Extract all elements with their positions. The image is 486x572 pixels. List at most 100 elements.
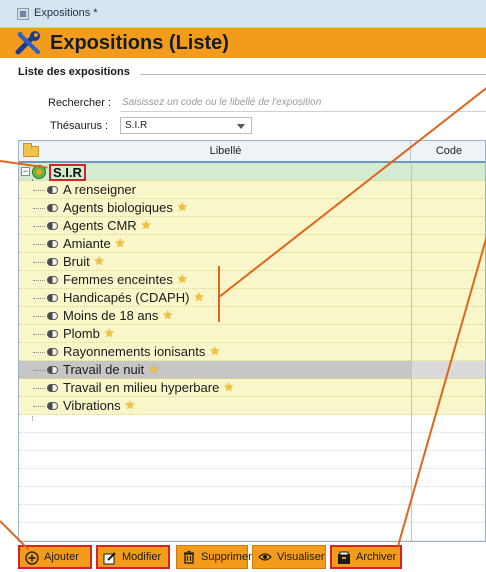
folder-icon[interactable] <box>23 143 39 157</box>
cell-code <box>411 397 485 415</box>
star-icon: ★ <box>176 272 188 286</box>
leaf-node-icon <box>47 258 58 266</box>
tree-item-row[interactable]: Vibrations ★ <box>19 397 485 415</box>
window-title: Expositions * <box>34 7 98 19</box>
tree-item-label: Femmes enceintes ★ <box>63 272 188 287</box>
tree-item-row[interactable]: Rayonnements ionisants ★ <box>19 343 485 361</box>
tree-item-label: Agents biologiques ★ <box>63 200 188 215</box>
tree-item-row[interactable]: Amiante ★ <box>19 235 485 253</box>
star-icon: ★ <box>223 380 235 394</box>
star-icon: ★ <box>93 254 105 268</box>
tree-root-label: S.I.R <box>49 164 86 181</box>
tree-item-row[interactable]: Handicapés (CDAPH) ★ <box>19 289 485 307</box>
tree-item-row[interactable]: Travail en milieu hyperbare ★ <box>19 379 485 397</box>
tree-item-label: Travail de nuit ★ <box>63 362 159 377</box>
tree-connector <box>33 208 45 209</box>
leaf-node-icon <box>47 204 58 212</box>
cell-code <box>411 199 485 217</box>
star-icon: ★ <box>103 326 115 340</box>
star-icon: ★ <box>124 398 136 412</box>
tree-connector <box>33 190 45 191</box>
delete-button-label: Supprimer <box>201 551 252 563</box>
page-header: Expositions (Liste) <box>0 28 486 58</box>
tree-connector <box>33 262 45 263</box>
action-toolbar: Ajouter Modifier Supprimer Visualiser Ar… <box>0 542 486 572</box>
thesaurus-label: Thésaurus : <box>50 120 109 132</box>
trash-icon <box>184 550 194 564</box>
leaf-node-icon <box>47 240 58 248</box>
leaf-node-icon <box>47 312 58 320</box>
star-icon: ★ <box>162 308 174 322</box>
view-button-label: Visualiser <box>277 551 325 563</box>
leaf-node-icon <box>47 366 58 374</box>
empty-row <box>19 505 485 523</box>
empty-row <box>19 451 485 469</box>
tree-item-row[interactable]: Femmes enceintes ★ <box>19 271 485 289</box>
tree-root-row[interactable]: − S.I.R <box>19 163 485 181</box>
edit-icon <box>103 552 116 565</box>
cell-code <box>411 325 485 343</box>
thesaurus-value: S.I.R <box>125 120 148 131</box>
star-icon: ★ <box>114 236 126 250</box>
star-icon: ★ <box>140 218 152 232</box>
tree-item-row[interactable]: Agents biologiques ★ <box>19 199 485 217</box>
tree-connector <box>33 352 45 353</box>
leaf-node-icon <box>47 348 58 356</box>
search-input[interactable] <box>120 94 486 112</box>
cell-code <box>411 181 485 199</box>
tree-item-row[interactable]: Travail de nuit ★ <box>19 361 485 379</box>
leaf-node-icon <box>47 294 58 302</box>
cell-code <box>411 289 485 307</box>
delete-button[interactable]: Supprimer <box>176 545 252 569</box>
column-header-code[interactable]: Code <box>411 141 485 161</box>
group-title: Liste des expositions <box>18 66 134 78</box>
archive-button-label: Archiver <box>356 551 397 563</box>
empty-row <box>19 523 485 541</box>
page-title: Expositions (Liste) <box>50 32 229 54</box>
tree-item-row[interactable]: Plomb ★ <box>19 325 485 343</box>
tree-item-row[interactable]: Moins de 18 ans ★ <box>19 307 485 325</box>
leaf-node-icon <box>47 276 58 284</box>
tree-item-label: Bruit ★ <box>63 254 105 269</box>
tree-connector <box>33 370 45 371</box>
search-label: Rechercher : <box>48 97 111 109</box>
add-button[interactable]: Ajouter <box>18 545 92 569</box>
cell-code <box>411 379 485 397</box>
tools-icon <box>15 31 40 55</box>
empty-row <box>19 487 485 505</box>
app-icon <box>17 8 29 20</box>
leaf-node-icon <box>47 402 58 410</box>
archive-button[interactable]: Archiver <box>330 545 402 569</box>
cell-code <box>411 163 485 181</box>
tree-connector <box>33 244 45 245</box>
tree-item-label: A renseigner <box>63 182 136 197</box>
tree-item-label: Handicapés (CDAPH) ★ <box>63 290 205 305</box>
star-icon: ★ <box>176 200 188 214</box>
column-header-libelle[interactable]: Libellé <box>41 141 411 161</box>
tree-item-label: Moins de 18 ans ★ <box>63 308 174 323</box>
window-title-bar: Expositions * <box>0 0 486 28</box>
tree-connector <box>33 226 45 227</box>
tree-item-row[interactable]: A renseigner <box>19 181 485 199</box>
cell-code <box>411 343 485 361</box>
group-divider <box>140 74 486 75</box>
star-icon: ★ <box>209 344 221 358</box>
cell-code <box>411 307 485 325</box>
leaf-node-icon <box>47 384 58 392</box>
tree-item-label: Vibrations ★ <box>63 398 136 413</box>
thesaurus-select[interactable]: S.I.R <box>120 117 252 134</box>
tree-item-label: Plomb ★ <box>63 326 115 341</box>
empty-row <box>19 433 485 451</box>
edit-button[interactable]: Modifier <box>96 545 170 569</box>
tree-connector <box>33 298 45 299</box>
collapse-toggle[interactable]: − <box>21 167 30 176</box>
empty-row <box>19 415 485 433</box>
tree-item-label: Rayonnements ionisants ★ <box>63 344 221 359</box>
tree-item-label: Agents CMR ★ <box>63 218 152 233</box>
view-button[interactable]: Visualiser <box>252 545 326 569</box>
edit-button-label: Modifier <box>122 551 162 563</box>
tree-item-row[interactable]: Agents CMR ★ <box>19 217 485 235</box>
leaf-node-icon <box>47 222 58 230</box>
chevron-down-icon[interactable] <box>237 124 245 129</box>
leaf-node-icon <box>47 330 58 338</box>
